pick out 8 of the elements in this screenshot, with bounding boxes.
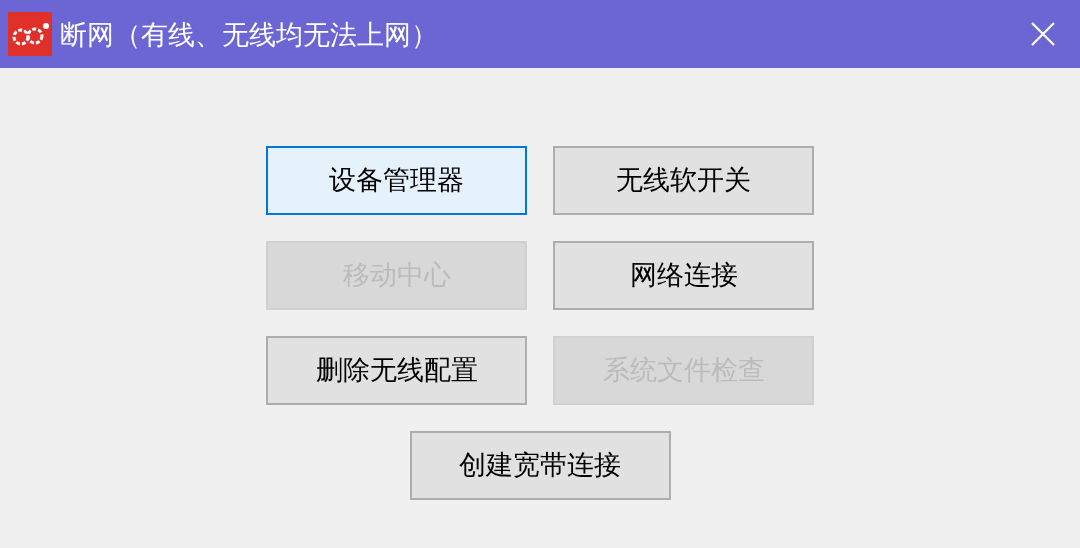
app-icon [8, 12, 52, 56]
window-title: 断网（有线、无线均无法上网） [60, 20, 439, 48]
dialog-button[interactable]: 设备管理器 [266, 146, 527, 215]
dialog-button[interactable]: 删除无线配置 [266, 336, 527, 405]
close-icon[interactable] [1030, 21, 1056, 47]
dialog-button[interactable]: 创建宽带连接 [409, 431, 671, 500]
dialog-button[interactable]: 网络连接 [553, 241, 814, 310]
dialog-button[interactable]: 无线软开关 [553, 146, 814, 215]
